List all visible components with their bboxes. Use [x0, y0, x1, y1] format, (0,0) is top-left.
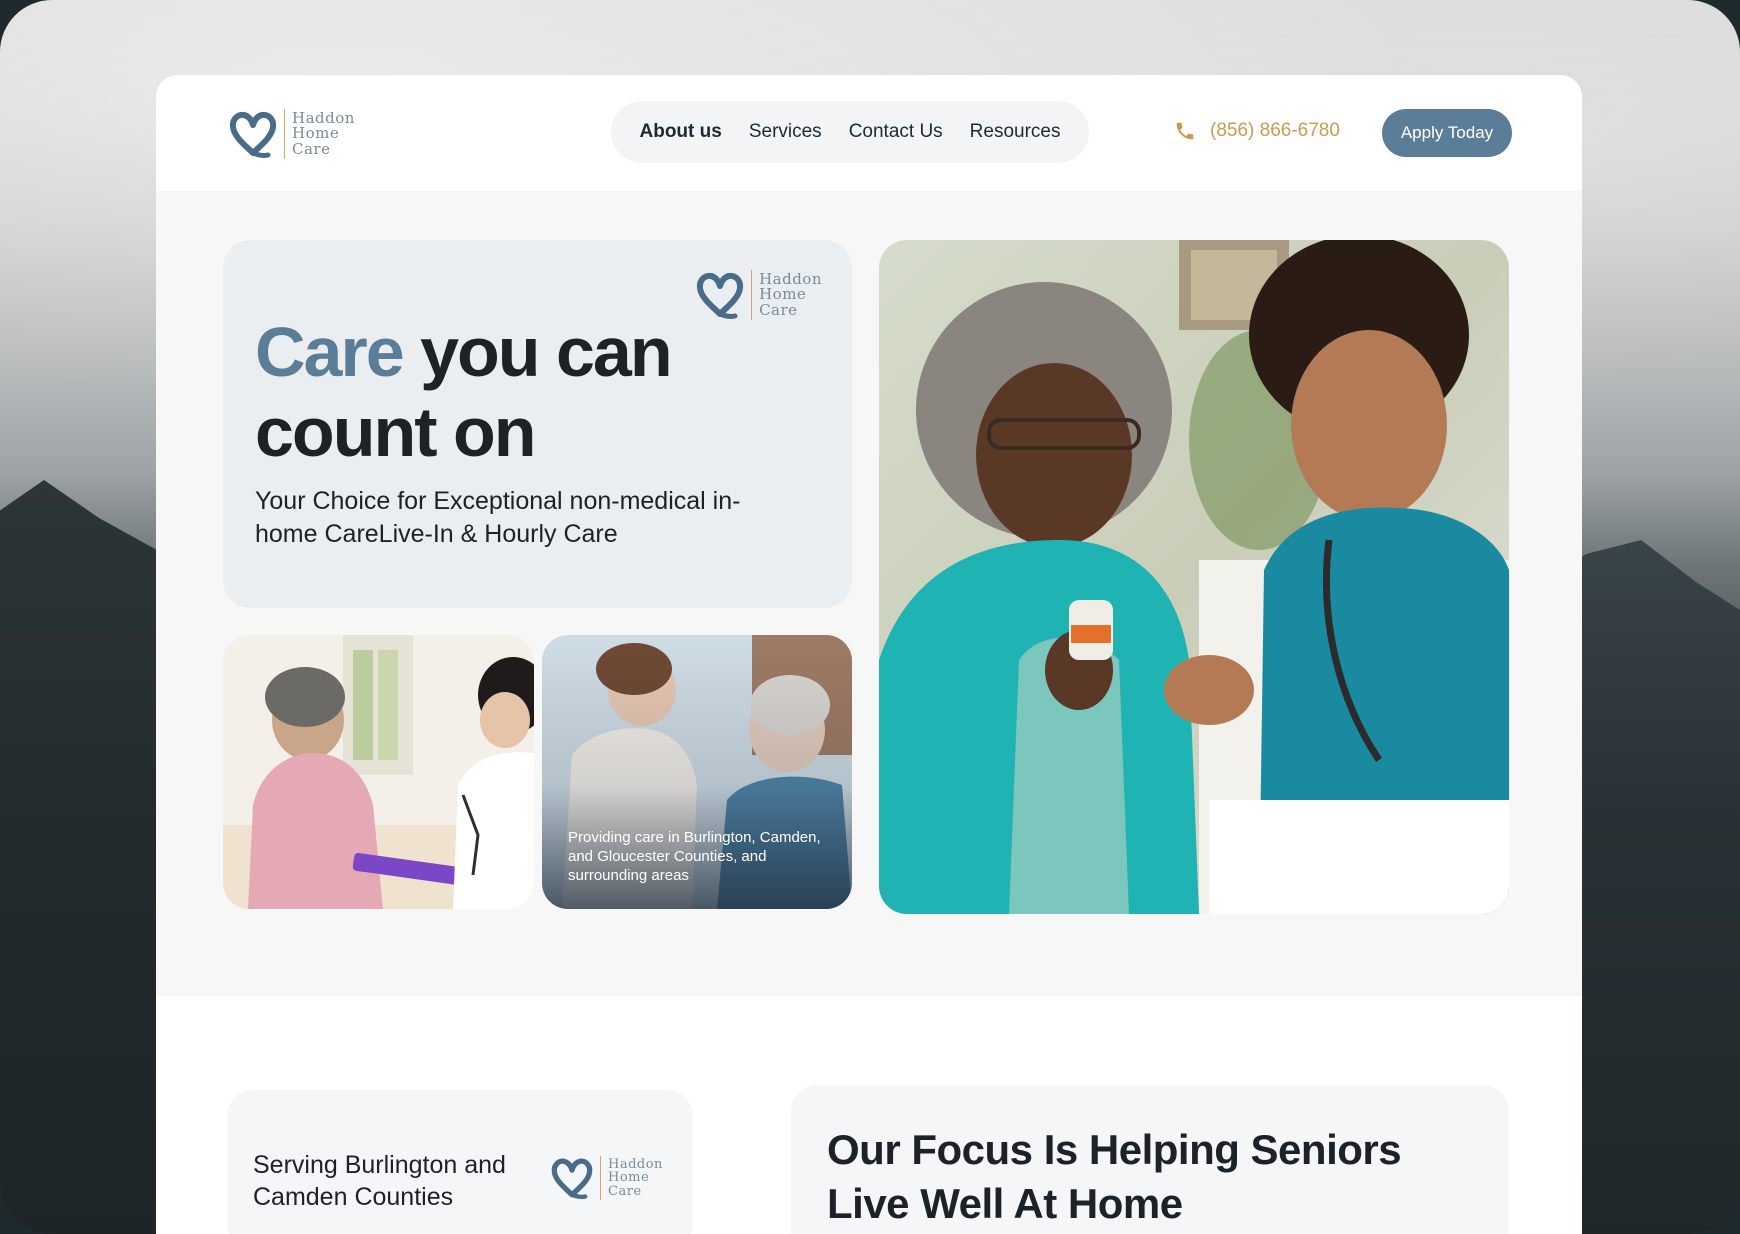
- photo-nurse-with-senior: [879, 240, 1509, 914]
- hero-title-accent: Care: [255, 313, 405, 391]
- serving-text: Serving Burlington and Camden Counties: [253, 1151, 506, 1211]
- main-nav: About us Services Contact Us Resources: [611, 101, 1089, 163]
- nav-item-services[interactable]: Services: [749, 121, 822, 143]
- photo-caregiver-with-senior: Providing care in Burlington, Camden, an…: [542, 635, 852, 909]
- focus-card: Our Focus Is Helping Seniors Live Well A…: [791, 1085, 1509, 1234]
- serving-card: Serving Burlington and Camden Counties H…: [227, 1090, 693, 1234]
- logo-wordmark: Haddon Home Care: [608, 1157, 663, 1199]
- logo-divider: [751, 270, 753, 320]
- apply-today-button[interactable]: Apply Today: [1382, 109, 1512, 157]
- phone-number: (856) 866-6780: [1210, 120, 1340, 141]
- photo-caption: Providing care in Burlington, Camden, an…: [568, 829, 821, 884]
- hero-title: Care you can count on: [255, 312, 735, 472]
- logo-divider: [284, 109, 285, 159]
- focus-title: Our Focus Is Helping Seniors Live Well A…: [827, 1126, 1402, 1227]
- site-header: Haddon Home Care About us Services Conta…: [156, 75, 1582, 191]
- phone-icon: [1176, 122, 1194, 140]
- nav-item-contact-us[interactable]: Contact Us: [849, 121, 943, 143]
- logo-divider: [600, 1156, 601, 1200]
- photo-senior-with-doctor: [223, 635, 534, 909]
- heart-logo-icon: [229, 111, 277, 158]
- heart-logo-icon: [551, 1158, 593, 1200]
- logo-wordmark: Haddon Home Care: [759, 270, 822, 319]
- hero-section: Haddon Home Care Care you can count on Y…: [156, 191, 1582, 996]
- nav-item-about-us[interactable]: About us: [640, 121, 722, 143]
- phone-link[interactable]: (856) 866-6780: [1174, 120, 1340, 142]
- hero-subtitle: Your Choice for Exceptional non-medical …: [255, 487, 741, 548]
- serving-card-logo: Haddon Home Care: [550, 1156, 663, 1200]
- website-frame: Haddon Home Care About us Services Conta…: [156, 75, 1582, 1234]
- header-logo[interactable]: Haddon Home Care: [228, 109, 355, 159]
- hero-card: Haddon Home Care Care you can count on Y…: [223, 240, 852, 608]
- logo-wordmark: Haddon Home Care: [292, 109, 355, 158]
- nav-item-resources[interactable]: Resources: [970, 121, 1061, 143]
